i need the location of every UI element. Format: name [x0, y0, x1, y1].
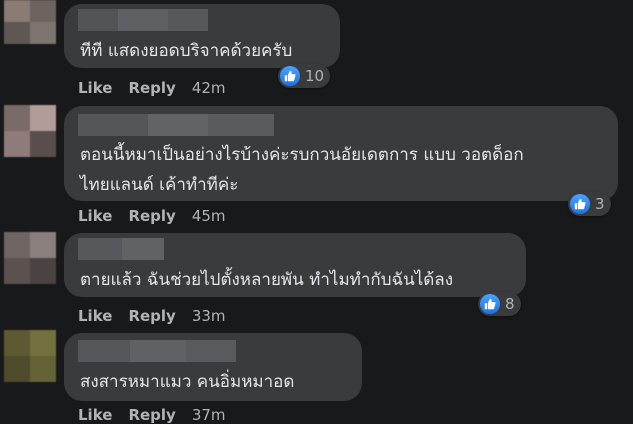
comment-text: ตายแล้ว ฉันช่วยไปตั้งหลายพัน ทำไมทำกับฉั…: [80, 270, 454, 290]
like-reaction-icon: [280, 66, 300, 86]
reaction-count-badge[interactable]: 8: [478, 292, 521, 316]
like-action[interactable]: Like: [78, 79, 112, 97]
comment-text: ตอนนี้หมาเป็นอย่างไรบ้างค่ะรบกวนอัยเดตกา…: [80, 145, 524, 195]
comment-bubble: ทีที แสดงยอดบริจาคด้วยครับ: [64, 4, 340, 68]
comment-timestamp[interactable]: 37m: [192, 406, 226, 424]
reply-action[interactable]: Reply: [128, 307, 175, 325]
reaction-count: 8: [505, 295, 515, 313]
avatar[interactable]: [4, 0, 56, 44]
like-action[interactable]: Like: [78, 307, 112, 325]
comment-timestamp[interactable]: 33m: [192, 307, 226, 325]
like-action[interactable]: Like: [78, 207, 112, 225]
avatar[interactable]: [4, 105, 56, 157]
reaction-count-badge[interactable]: 3: [568, 192, 611, 216]
commenter-name-redacted[interactable]: [78, 340, 236, 362]
avatar[interactable]: [4, 330, 56, 382]
avatar[interactable]: [4, 232, 56, 284]
comment-text: ทีที แสดงยอดบริจาคด้วยครับ: [80, 41, 293, 61]
comment-timestamp[interactable]: 45m: [192, 207, 226, 225]
like-reaction-icon: [570, 194, 590, 214]
comment-bubble: ตายแล้ว ฉันช่วยไปตั้งหลายพัน ทำไมทำกับฉั…: [64, 233, 526, 297]
reply-action[interactable]: Reply: [128, 406, 175, 424]
commenter-name-redacted[interactable]: [78, 9, 208, 31]
like-action[interactable]: Like: [78, 406, 112, 424]
comment-bubble: สงสารหมาแมว คนอิ่มหมาอด: [64, 333, 362, 401]
comment-text: สงสารหมาแมว คนอิ่มหมาอด: [80, 372, 295, 392]
reply-action[interactable]: Reply: [128, 79, 175, 97]
comment-timestamp[interactable]: 42m: [192, 79, 226, 97]
comment-bubble: ตอนนี้หมาเป็นอย่างไรบ้างค่ะรบกวนอัยเดตกา…: [64, 106, 618, 201]
reaction-count: 3: [595, 195, 605, 213]
commenter-name-redacted[interactable]: [78, 238, 164, 260]
reply-action[interactable]: Reply: [128, 207, 175, 225]
commenter-name-redacted[interactable]: [78, 114, 274, 136]
like-reaction-icon: [480, 294, 500, 314]
reaction-count-badge[interactable]: 10: [278, 64, 331, 88]
reaction-count: 10: [305, 67, 325, 85]
